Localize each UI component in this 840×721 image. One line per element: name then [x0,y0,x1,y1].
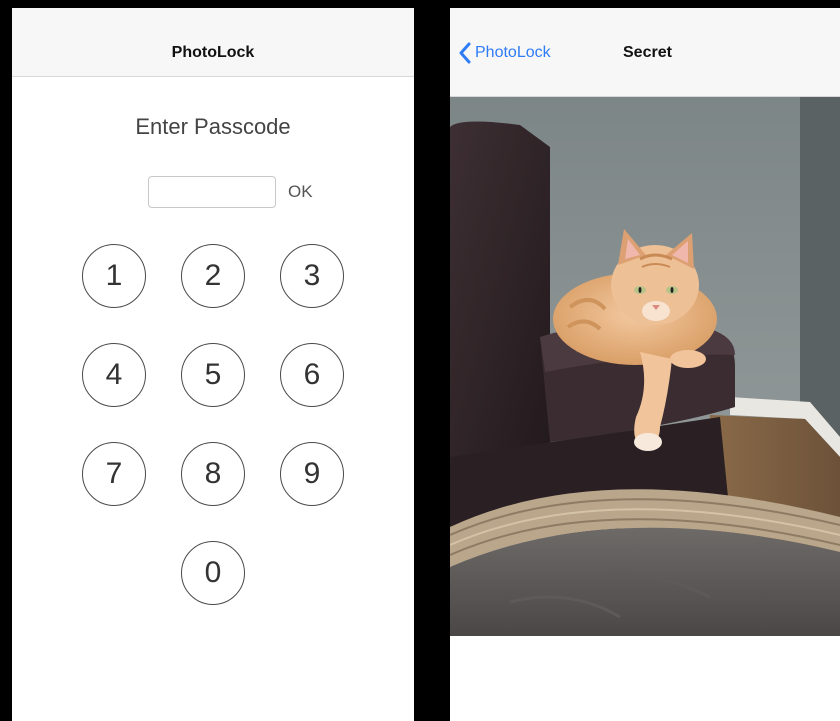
passcode-screen: PhotoLock Enter Passcode OK 1 2 3 4 5 6 … [12,8,414,721]
nav-title: PhotoLock [171,44,255,61]
back-label: PhotoLock [475,44,551,61]
chevron-left-icon [459,42,471,64]
key-2[interactable]: 2 [181,244,245,308]
nav-title: Secret [623,44,672,61]
key-8[interactable]: 8 [181,442,245,506]
key-6[interactable]: 6 [280,343,344,407]
key-0[interactable]: 0 [181,541,245,605]
passcode-input[interactable] [148,176,276,208]
key-1[interactable]: 1 [82,244,146,308]
cat-photo [450,97,840,636]
secret-photo-screen: PhotoLock Secret [450,8,840,721]
passcode-prompt: Enter Passcode [135,114,291,139]
navigation-bar: PhotoLock Secret [450,8,840,97]
key-3[interactable]: 3 [280,244,344,308]
back-button[interactable]: PhotoLock [458,40,551,66]
navigation-bar: PhotoLock [12,8,414,77]
key-7[interactable]: 7 [82,442,146,506]
key-9[interactable]: 9 [280,442,344,506]
key-4[interactable]: 4 [82,343,146,407]
key-5[interactable]: 5 [181,343,245,407]
ok-button[interactable]: OK [288,182,313,202]
